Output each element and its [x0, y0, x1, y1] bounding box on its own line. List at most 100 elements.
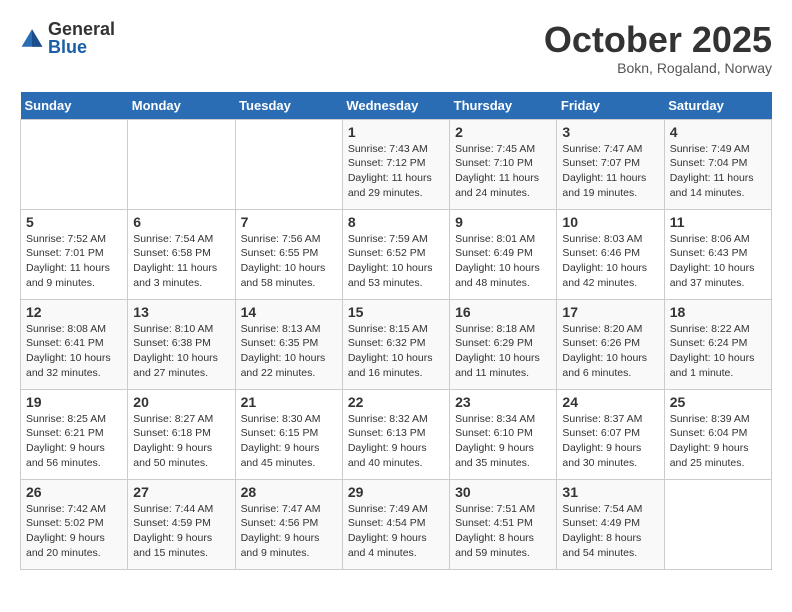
calendar-cell: 7 Sunrise: 7:56 AM Sunset: 6:55 PM Daylig…	[235, 209, 342, 299]
day-info: Sunrise: 8:27 AM Sunset: 6:18 PM Dayligh…	[133, 412, 229, 471]
day-info: Sunrise: 8:01 AM Sunset: 6:49 PM Dayligh…	[455, 232, 551, 291]
calendar-cell: 17 Sunrise: 8:20 AM Sunset: 6:26 PM Dayli…	[557, 299, 664, 389]
day-number: 19	[26, 394, 122, 410]
calendar-cell	[235, 119, 342, 209]
calendar-cell: 15Sunrise: 8:15 AM Sunset: 6:32 PM Dayli…	[342, 299, 449, 389]
calendar-cell: 12Sunrise: 8:08 AM Sunset: 6:41 PM Dayli…	[21, 299, 128, 389]
day-number: 8	[348, 214, 444, 230]
calendar-week-1: 1 Sunrise: 7:43 AM Sunset: 7:12 PM Daylig…	[21, 119, 772, 209]
day-number: 17	[562, 304, 658, 320]
calendar-table: Sunday Monday Tuesday Wednesday Thursday…	[20, 92, 772, 570]
calendar-cell: 2Sunrise: 7:45 AM Sunset: 7:10 PM Daylig…	[450, 119, 557, 209]
logo-general: General	[48, 20, 115, 38]
day-number: 20	[133, 394, 229, 410]
calendar-week-2: 5 Sunrise: 7:52 AM Sunset: 7:01 PM Daylig…	[21, 209, 772, 299]
calendar-cell: 18 Sunrise: 8:22 AM Sunset: 6:24 PM Dayli…	[664, 299, 771, 389]
calendar-cell: 8 Sunrise: 7:59 AM Sunset: 6:52 PM Daylig…	[342, 209, 449, 299]
day-number: 3	[562, 124, 658, 140]
day-number: 30	[455, 484, 551, 500]
calendar-cell	[664, 479, 771, 569]
calendar-cell: 29 Sunrise: 7:49 AM Sunset: 4:54 PM Dayli…	[342, 479, 449, 569]
day-info: Sunrise: 7:49 AM Sunset: 7:04 PM Dayligh…	[670, 142, 766, 201]
month-year-title: October 2025	[544, 20, 772, 60]
title-block: October 2025 Bokn, Rogaland, Norway	[544, 20, 772, 76]
col-friday: Friday	[557, 92, 664, 120]
day-info: Sunrise: 7:43 AM Sunset: 7:12 PM Dayligh…	[348, 142, 444, 201]
calendar-cell: 6 Sunrise: 7:54 AM Sunset: 6:58 PM Daylig…	[128, 209, 235, 299]
calendar-week-5: 26Sunrise: 7:42 AM Sunset: 5:02 PM Dayli…	[21, 479, 772, 569]
day-info: Sunrise: 8:18 AM Sunset: 6:29 PM Dayligh…	[455, 322, 551, 381]
day-number: 9	[455, 214, 551, 230]
day-number: 13	[133, 304, 229, 320]
day-number: 22	[348, 394, 444, 410]
day-number: 16	[455, 304, 551, 320]
col-monday: Monday	[128, 92, 235, 120]
calendar-cell: 16 Sunrise: 8:18 AM Sunset: 6:29 PM Dayli…	[450, 299, 557, 389]
day-number: 7	[241, 214, 337, 230]
day-info: Sunrise: 8:03 AM Sunset: 6:46 PM Dayligh…	[562, 232, 658, 291]
calendar-cell: 26Sunrise: 7:42 AM Sunset: 5:02 PM Dayli…	[21, 479, 128, 569]
calendar-cell: 30 Sunrise: 7:51 AM Sunset: 4:51 PM Dayli…	[450, 479, 557, 569]
calendar-cell: 31Sunrise: 7:54 AM Sunset: 4:49 PM Dayli…	[557, 479, 664, 569]
day-number: 24	[562, 394, 658, 410]
calendar-cell: 21 Sunrise: 8:30 AM Sunset: 6:15 PM Dayli…	[235, 389, 342, 479]
day-number: 11	[670, 214, 766, 230]
day-info: Sunrise: 7:56 AM Sunset: 6:55 PM Dayligh…	[241, 232, 337, 291]
day-info: Sunrise: 8:34 AM Sunset: 6:10 PM Dayligh…	[455, 412, 551, 471]
day-number: 29	[348, 484, 444, 500]
day-info: Sunrise: 7:54 AM Sunset: 6:58 PM Dayligh…	[133, 232, 229, 291]
day-info: Sunrise: 8:13 AM Sunset: 6:35 PM Dayligh…	[241, 322, 337, 381]
day-info: Sunrise: 7:47 AM Sunset: 4:56 PM Dayligh…	[241, 502, 337, 561]
col-wednesday: Wednesday	[342, 92, 449, 120]
calendar-cell: 4 Sunrise: 7:49 AM Sunset: 7:04 PM Daylig…	[664, 119, 771, 209]
logo: General Blue	[20, 20, 115, 56]
calendar-cell: 3Sunrise: 7:47 AM Sunset: 7:07 PM Daylig…	[557, 119, 664, 209]
calendar-cell: 24 Sunrise: 8:37 AM Sunset: 6:07 PM Dayli…	[557, 389, 664, 479]
day-number: 21	[241, 394, 337, 410]
day-number: 31	[562, 484, 658, 500]
header-row: Sunday Monday Tuesday Wednesday Thursday…	[21, 92, 772, 120]
day-info: Sunrise: 8:15 AM Sunset: 6:32 PM Dayligh…	[348, 322, 444, 381]
day-info: Sunrise: 8:06 AM Sunset: 6:43 PM Dayligh…	[670, 232, 766, 291]
day-info: Sunrise: 7:51 AM Sunset: 4:51 PM Dayligh…	[455, 502, 551, 561]
day-number: 4	[670, 124, 766, 140]
location-subtitle: Bokn, Rogaland, Norway	[544, 60, 772, 76]
day-number: 14	[241, 304, 337, 320]
day-number: 27	[133, 484, 229, 500]
day-info: Sunrise: 8:25 AM Sunset: 6:21 PM Dayligh…	[26, 412, 122, 471]
day-info: Sunrise: 7:44 AM Sunset: 4:59 PM Dayligh…	[133, 502, 229, 561]
calendar-cell: 20 Sunrise: 8:27 AM Sunset: 6:18 PM Dayli…	[128, 389, 235, 479]
calendar-cell	[128, 119, 235, 209]
day-number: 25	[670, 394, 766, 410]
calendar-cell: 23 Sunrise: 8:34 AM Sunset: 6:10 PM Dayli…	[450, 389, 557, 479]
calendar-cell: 9 Sunrise: 8:01 AM Sunset: 6:49 PM Daylig…	[450, 209, 557, 299]
day-number: 6	[133, 214, 229, 230]
calendar-cell: 14 Sunrise: 8:13 AM Sunset: 6:35 PM Dayli…	[235, 299, 342, 389]
day-number: 23	[455, 394, 551, 410]
day-info: Sunrise: 8:30 AM Sunset: 6:15 PM Dayligh…	[241, 412, 337, 471]
col-saturday: Saturday	[664, 92, 771, 120]
day-info: Sunrise: 8:20 AM Sunset: 6:26 PM Dayligh…	[562, 322, 658, 381]
day-number: 2	[455, 124, 551, 140]
day-info: Sunrise: 8:32 AM Sunset: 6:13 PM Dayligh…	[348, 412, 444, 471]
calendar-cell: 28 Sunrise: 7:47 AM Sunset: 4:56 PM Dayli…	[235, 479, 342, 569]
logo-icon	[20, 26, 44, 50]
page-header: General Blue October 2025 Bokn, Rogaland…	[20, 20, 772, 76]
calendar-cell	[21, 119, 128, 209]
day-number: 18	[670, 304, 766, 320]
calendar-cell: 25Sunrise: 8:39 AM Sunset: 6:04 PM Dayli…	[664, 389, 771, 479]
calendar-cell: 11 Sunrise: 8:06 AM Sunset: 6:43 PM Dayli…	[664, 209, 771, 299]
day-info: Sunrise: 8:10 AM Sunset: 6:38 PM Dayligh…	[133, 322, 229, 381]
day-number: 1	[348, 124, 444, 140]
calendar-cell: 19 Sunrise: 8:25 AM Sunset: 6:21 PM Dayli…	[21, 389, 128, 479]
day-number: 10	[562, 214, 658, 230]
day-info: Sunrise: 8:22 AM Sunset: 6:24 PM Dayligh…	[670, 322, 766, 381]
day-info: Sunrise: 7:59 AM Sunset: 6:52 PM Dayligh…	[348, 232, 444, 291]
day-number: 5	[26, 214, 122, 230]
day-number: 28	[241, 484, 337, 500]
calendar-cell: 13 Sunrise: 8:10 AM Sunset: 6:38 PM Dayli…	[128, 299, 235, 389]
day-info: Sunrise: 7:49 AM Sunset: 4:54 PM Dayligh…	[348, 502, 444, 561]
col-tuesday: Tuesday	[235, 92, 342, 120]
day-info: Sunrise: 8:37 AM Sunset: 6:07 PM Dayligh…	[562, 412, 658, 471]
day-info: Sunrise: 7:52 AM Sunset: 7:01 PM Dayligh…	[26, 232, 122, 291]
